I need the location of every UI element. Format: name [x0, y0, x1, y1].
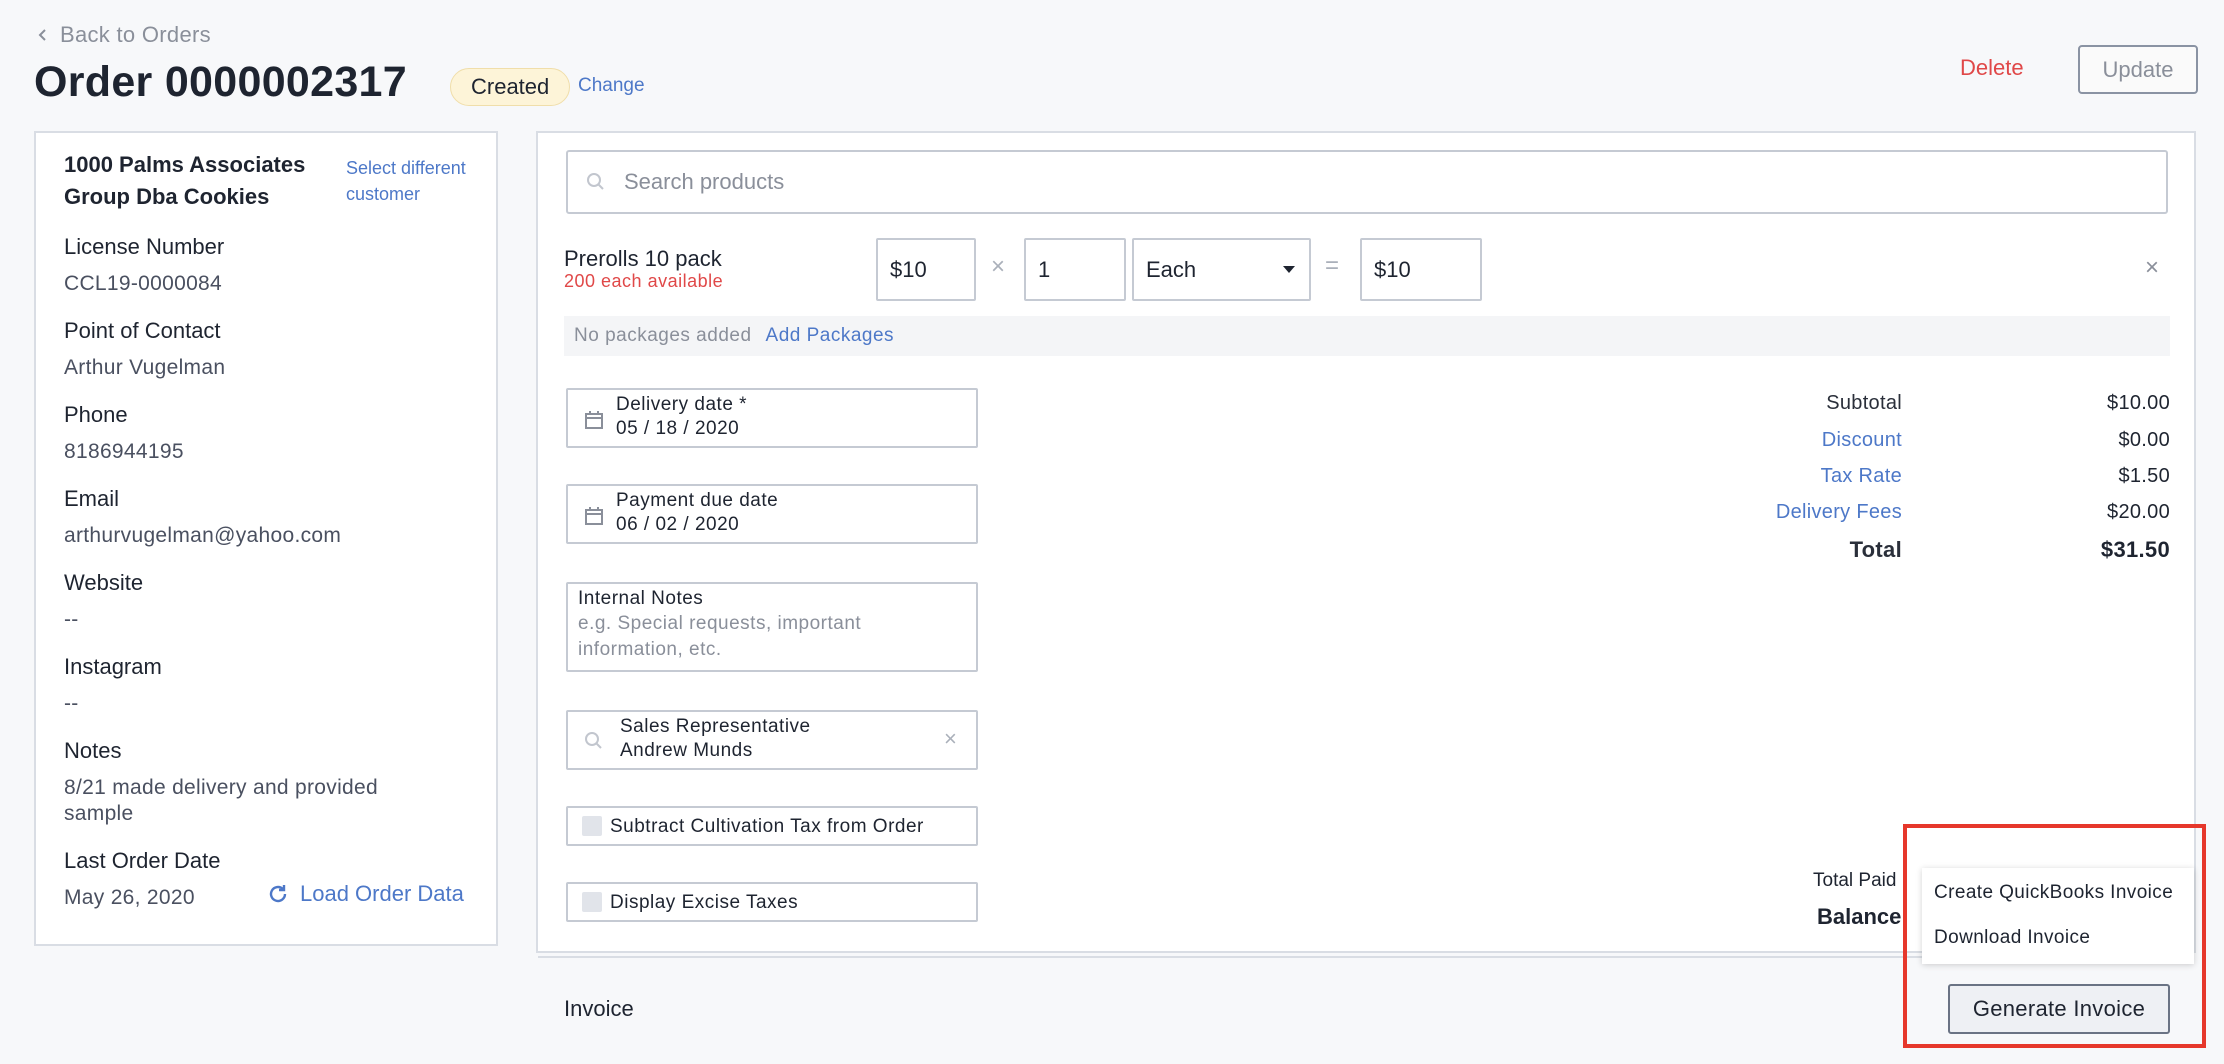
instagram-label: Instagram: [64, 654, 162, 679]
search-input[interactable]: [624, 169, 2024, 195]
unit-value: Each: [1146, 256, 1197, 282]
license-value: CCL19-0000084: [64, 272, 223, 295]
checkbox-box[interactable]: [582, 816, 602, 836]
internal-notes-label: Internal Notes: [578, 588, 704, 609]
packages-bar: No packages added Add Packages: [564, 316, 2170, 356]
change-status-link[interactable]: Change: [578, 75, 645, 97]
instagram-value: --: [64, 692, 79, 715]
display-excise-taxes-label: Display Excise Taxes: [610, 892, 799, 913]
line-total-input[interactable]: $10: [1360, 238, 1482, 301]
load-order-data-label: Load Order Data: [300, 881, 464, 906]
no-packages-text: No packages added: [574, 325, 752, 346]
price-input[interactable]: $10: [876, 238, 976, 301]
contact-label: Point of Contact: [64, 318, 221, 343]
phone-label: Phone: [64, 402, 128, 427]
back-to-orders-link[interactable]: Back to Orders: [36, 22, 211, 48]
last-order-value: May 26, 2020: [64, 886, 195, 909]
balance-label: Balance: [1817, 904, 1902, 929]
delivery-fees-value: $20.00: [2107, 501, 2170, 523]
last-order-label: Last Order Date: [64, 848, 221, 873]
customer-card: 1000 Palms Associates Group Dba Cookies …: [34, 131, 498, 946]
product-availability: 200 each available: [564, 271, 724, 291]
internal-notes-field[interactable]: Internal Notes e.g. Special requests, im…: [566, 582, 978, 672]
update-button[interactable]: Update: [2078, 45, 2198, 94]
invoice-section-label: Invoice: [564, 996, 634, 1021]
equals-sign: =: [1325, 252, 1340, 279]
back-label: Back to Orders: [60, 22, 211, 47]
tax-rate-link[interactable]: Tax Rate: [1821, 465, 1902, 488]
refresh-icon: [269, 885, 287, 903]
sales-representative-field[interactable]: Sales Representative Andrew Munds ×: [566, 710, 978, 770]
display-excise-taxes-checkbox[interactable]: Display Excise Taxes: [566, 882, 978, 922]
email-label: Email: [64, 486, 120, 511]
phone-value: 8186944195: [64, 440, 184, 463]
delivery-fees-link[interactable]: Delivery Fees: [1776, 501, 1902, 524]
total-value: $31.50: [2100, 537, 2170, 562]
delivery-date-value: 05 / 18 / 2020: [616, 418, 740, 439]
payment-due-date-field[interactable]: Payment due date 06 / 02 / 2020: [566, 484, 978, 544]
load-order-data-button[interactable]: Load Order Data: [266, 881, 464, 907]
delete-button[interactable]: Delete: [1960, 55, 2024, 81]
status-badge: Created: [450, 68, 571, 106]
internal-notes-placeholder: e.g. Special requests, important informa…: [578, 613, 862, 660]
caret-down-icon: [1283, 265, 1295, 273]
subtotal-value: $10.00: [2107, 392, 2170, 414]
sales-representative-label: Sales Representative: [620, 716, 811, 737]
sales-representative-value: Andrew Munds: [620, 740, 753, 761]
chevron-left-icon: [38, 29, 46, 41]
total-paid-label: Total Paid: [1813, 870, 1897, 891]
email-value: arthurvugelman@yahoo.com: [64, 524, 342, 547]
highlight-annotation: [1903, 824, 2206, 1048]
contact-value: Arthur Vugelman: [64, 356, 226, 379]
checkbox-box[interactable]: [582, 892, 602, 912]
payment-due-date-label: Payment due date: [616, 490, 779, 511]
quantity-input[interactable]: 1: [1024, 238, 1126, 301]
product-name: Prerolls 10 pack: [564, 246, 722, 271]
website-label: Website: [64, 570, 144, 595]
payment-due-date-value: 06 / 02 / 2020: [616, 514, 740, 535]
remove-line-item-icon[interactable]: ×: [2145, 254, 2159, 282]
search-icon: [585, 732, 602, 749]
unit-select[interactable]: Each: [1132, 238, 1311, 301]
search-icon: [587, 173, 604, 190]
customer-name: 1000 Palms Associates Group Dba Cookies: [64, 152, 306, 209]
tax-rate-value: $1.50: [2118, 465, 2170, 487]
notes-label: Notes: [64, 738, 122, 763]
subtract-cultivation-tax-label: Subtract Cultivation Tax from Order: [610, 816, 924, 837]
add-packages-link[interactable]: Add Packages: [766, 325, 895, 347]
product-search[interactable]: [566, 150, 2168, 214]
calendar-icon: [585, 411, 603, 429]
subtract-cultivation-tax-checkbox[interactable]: Subtract Cultivation Tax from Order: [566, 806, 978, 846]
subtotal-label: Subtotal: [1826, 392, 1902, 414]
select-different-customer-link[interactable]: Select different customer: [346, 155, 486, 207]
website-value: --: [64, 608, 79, 631]
delivery-date-label: Delivery date *: [616, 394, 748, 415]
delivery-date-field[interactable]: Delivery date * 05 / 18 / 2020: [566, 388, 978, 448]
page-title: Order 0000002317: [34, 58, 407, 106]
total-label: Total: [1849, 537, 1902, 562]
multiply-sign: ×: [991, 253, 1006, 280]
discount-value: $0.00: [2118, 429, 2170, 451]
clear-sales-rep-icon[interactable]: ×: [944, 726, 957, 752]
discount-link[interactable]: Discount: [1822, 429, 1902, 452]
notes-value: 8/21 made delivery and provided sample: [64, 776, 378, 825]
calendar-icon: [585, 507, 603, 525]
license-label: License Number: [64, 234, 225, 259]
